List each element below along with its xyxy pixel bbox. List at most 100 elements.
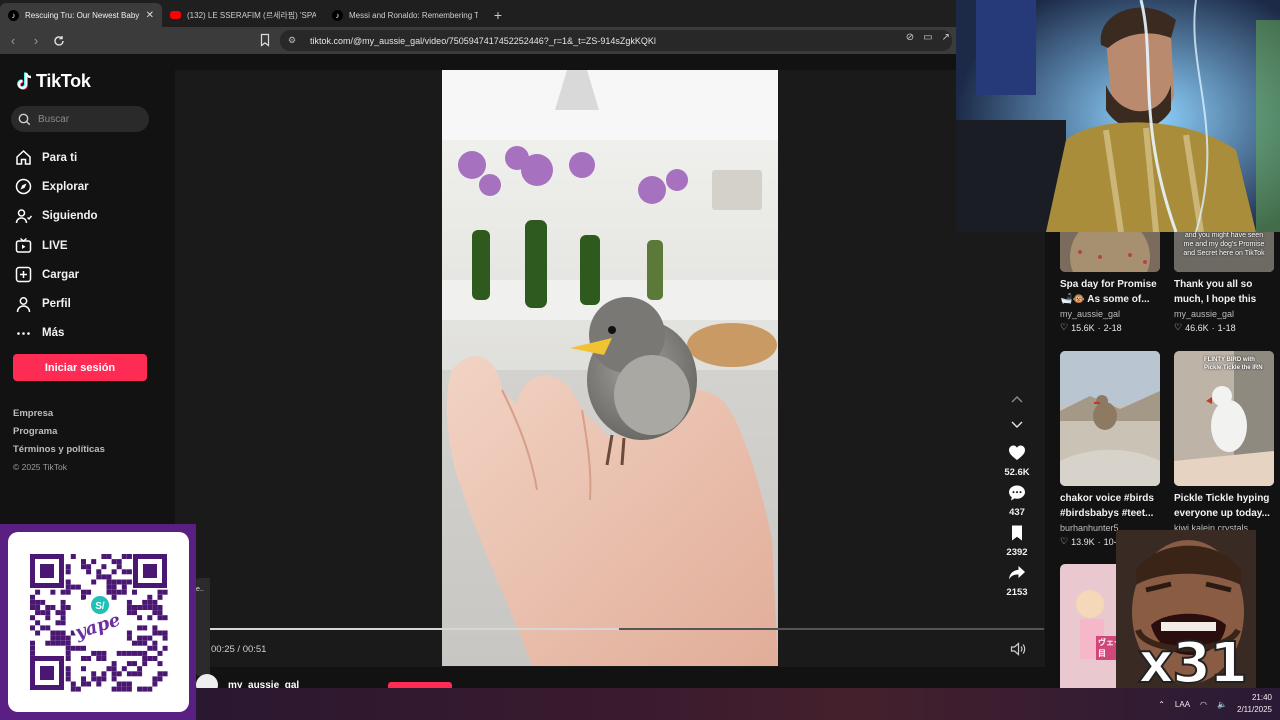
heart-outline-icon: ♡ [1174, 322, 1183, 332]
chevron-down-icon [1011, 421, 1023, 428]
video-card-meta: ♡ 15.6K · 2-18 [1060, 322, 1160, 333]
share-icon[interactable]: ↗ [942, 32, 950, 43]
site-info-icon[interactable]: ⚙ [288, 35, 300, 47]
volume-icon[interactable] [1010, 642, 1026, 656]
share-button[interactable]: 2153 [997, 564, 1037, 598]
nav-label: Perfil [42, 298, 71, 311]
separator: · [1211, 322, 1215, 333]
bookmark-icon[interactable] [258, 33, 272, 47]
compass-icon [15, 179, 31, 195]
more-icon [16, 332, 30, 335]
new-tab-button[interactable]: + [486, 3, 510, 27]
video-card-date: 1-18 [1217, 322, 1236, 333]
clock-time: 21:40 [1251, 693, 1272, 702]
comment-button[interactable]: 437 [997, 484, 1037, 518]
svg-text:S/: S/ [95, 601, 105, 612]
video-thumbnail: FLINTY BIRD with Pickle Tickle the IRN [1174, 351, 1274, 486]
sidebar-item-explorar[interactable]: Explorar [14, 172, 98, 201]
save-count: 2392 [1006, 547, 1028, 558]
tab-label: (132) LE SSERAFIM (르세라핌) 'SPAG [187, 10, 316, 20]
sidebar-item-para-ti[interactable]: Para ti [14, 143, 98, 172]
video-card[interactable]: FLINTY BIRD with Pickle Tickle the IRN P… [1174, 351, 1274, 533]
action-rail: 52.6K 437 2392 2153 [997, 386, 1037, 598]
tab-le-sserafim[interactable]: (132) LE SSERAFIM (르세라핌) 'SPAG [162, 3, 324, 27]
video-thumbnail: and you might have seen me and my dog's … [1174, 232, 1274, 272]
share-count: 2153 [1006, 587, 1028, 598]
forward-button[interactable]: › [26, 31, 46, 51]
nav-label: Explorar [42, 180, 89, 193]
sidebar-item-cargar[interactable]: Cargar [14, 260, 98, 289]
video-card[interactable]: Spa day for Promise 🛁🐵 As some of... my_… [1060, 232, 1160, 333]
system-tray: ⌃ LAA ◠ 🔈 21:40 2/11/2025 [1158, 688, 1272, 720]
back-button[interactable]: ‹ [3, 31, 23, 51]
footer-link-programa[interactable]: Programa [13, 426, 105, 444]
screen-icon[interactable]: ▭ [923, 32, 932, 43]
search-icon [18, 113, 31, 125]
screen: { "browser": { "tabs": [ {"label": "Resc… [0, 0, 1280, 720]
keyboard-language[interactable]: LAA [1175, 700, 1190, 709]
url-text: tiktok.com/@my_aussie_gal/video/75059474… [310, 35, 656, 46]
following-icon [15, 208, 32, 223]
logo-text: TikTok [36, 71, 91, 91]
video-card-date: 2-18 [1103, 322, 1122, 333]
nav-label: Para ti [42, 151, 78, 164]
wifi-icon[interactable]: ◠ [1200, 700, 1207, 709]
video-player[interactable] [442, 70, 778, 666]
donation-qr-panel: S/ yape [0, 524, 196, 720]
cast-icon[interactable]: ⊘ [906, 32, 914, 43]
sidebar-item-live[interactable]: LIVE [14, 231, 98, 260]
footer-link-terminos[interactable]: Términos y políticas [13, 444, 105, 462]
webcam-overlay [956, 0, 1280, 232]
search-box[interactable] [11, 106, 149, 132]
speaker-icon[interactable]: 🔈 [1217, 700, 1227, 709]
yape-qr-code: S/ yape [30, 554, 168, 692]
live-icon [15, 237, 31, 253]
sidebar-item-perfil[interactable]: Perfil [14, 289, 98, 318]
like-count: 52.6K [1004, 467, 1030, 478]
collapsed-panel-tab[interactable]: e.. [196, 578, 210, 676]
home-icon [15, 150, 31, 165]
video-card-user: my_aussie_gal [1174, 309, 1235, 319]
taskbar-clock[interactable]: 21:40 2/11/2025 [1237, 692, 1272, 716]
nav-label: Más [42, 327, 65, 340]
video-progress-fill [210, 628, 619, 630]
video-card-likes: 13.9K [1071, 536, 1095, 547]
address-bar[interactable]: ⚙ tiktok.com/@my_aussie_gal/video/750594… [280, 30, 952, 51]
sidebar-item-siguiendo[interactable]: Siguiendo [14, 202, 98, 231]
video-card[interactable]: chakor voice #birds #birdsbabys #teet...… [1060, 351, 1160, 547]
video-card-title: chakor voice #birds #birdsbabys #teet... [1060, 493, 1154, 519]
os-taskbar: ⌃ LAA ◠ 🔈 21:40 2/11/2025 [196, 688, 1280, 720]
sidebar-item-mas[interactable]: Más [14, 319, 98, 348]
separator: · [1097, 322, 1101, 333]
thumbnail-caption: and you might have seen me and my dog's … [1183, 232, 1265, 257]
video-card-user: my_aussie_gal [1060, 309, 1121, 319]
video-progress-bar[interactable] [210, 628, 1044, 630]
nav-label: Cargar [42, 268, 80, 281]
tiktok-favicon-icon: ♪ [332, 9, 343, 21]
like-button[interactable]: 52.6K [997, 444, 1037, 478]
profile-icon [16, 296, 30, 312]
heart-outline-icon: ♡ [1060, 536, 1069, 546]
video-card[interactable]: and you might have seen me and my dog's … [1174, 232, 1274, 333]
video-thumbnail [1060, 351, 1160, 486]
chevron-up-icon[interactable]: ⌃ [1158, 700, 1165, 709]
footer-link-empresa[interactable]: Empresa [13, 408, 105, 426]
previous-video-button[interactable] [997, 386, 1037, 412]
tiktok-logo[interactable]: TikTok [15, 71, 91, 92]
video-card-likes: 46.6K [1185, 322, 1209, 333]
webcam-feed [956, 0, 1280, 232]
copyright-text: © 2025 TikTok [13, 462, 67, 472]
reload-button[interactable] [49, 31, 69, 51]
search-input[interactable] [38, 113, 138, 125]
login-button[interactable]: Iniciar sesión [13, 354, 147, 381]
next-video-button[interactable] [997, 412, 1037, 438]
separator: · [1097, 536, 1101, 547]
youtube-favicon-icon [170, 11, 181, 19]
tab-messi-ronaldo[interactable]: ♪ Messi and Ronaldo: Remembering Th [324, 3, 486, 27]
tab-label: Rescuing Tru: Our Newest Baby B [25, 10, 140, 20]
nav-label: Siguiendo [42, 210, 98, 223]
save-button[interactable]: 2392 [997, 524, 1037, 558]
upload-icon [15, 267, 31, 283]
tab-rescuing-tru[interactable]: ♪ Rescuing Tru: Our Newest Baby B ✕ [0, 3, 162, 27]
close-tab-icon[interactable]: ✕ [146, 10, 154, 21]
